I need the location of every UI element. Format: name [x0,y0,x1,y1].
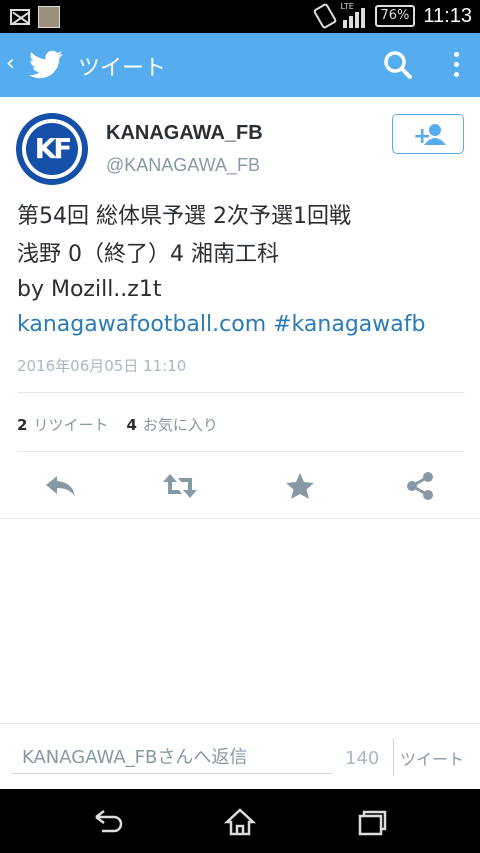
tweet-timestamp: 2016年06月05日 11:10 [17,357,187,375]
svg-text:+: + [413,124,431,149]
vibrate-icon [312,2,337,30]
tweet-text-line: 浅野 0（終了）4 湘南工科 [17,242,279,267]
signal-icon: LTE [340,2,367,28]
divider [17,392,464,393]
tweet-hashtag-link[interactable]: #kanagawafb [273,312,425,337]
retweet-stat[interactable]: 2 リツイート [17,414,108,435]
user-handle[interactable]: @KANAGAWA_FB [106,155,260,176]
navigation-bar [0,789,480,853]
clock: 11:13 [423,4,472,27]
status-icons: LTE 76% 11:13 [312,2,472,30]
nav-home-icon[interactable] [224,807,256,837]
avatar[interactable]: KF [16,113,88,185]
divider [17,451,464,452]
follow-button[interactable]: + [392,114,464,154]
nav-back-icon[interactable] [92,807,124,837]
reply-icon[interactable] [43,470,79,502]
page-title: ツイート [78,56,167,81]
tweet-text-line: by Mozill..z1t [17,277,162,302]
tweet-url-link[interactable]: kanagawafootball.com [17,312,266,337]
character-count: 140 [345,748,380,769]
divider [393,738,394,776]
mail-notification-icon [10,9,30,25]
share-icon[interactable] [402,470,438,502]
search-icon[interactable] [382,49,414,81]
app-notification-icon [38,6,60,28]
status-bar: LTE 76% 11:13 [0,0,480,33]
reply-bar: 140 ツイート [0,723,480,789]
notification-icons [10,6,60,28]
display-name[interactable]: KANAGAWA_FB [106,122,263,145]
retweet-icon[interactable] [162,470,198,502]
overflow-menu-icon[interactable] [448,49,464,81]
avatar-letters: KF [26,123,78,175]
tweet-links: kanagawafootball.com #kanagawafb [17,308,467,342]
tweet-text-line: 第54回 総体県予選 2次予選1回戦 [17,204,351,229]
reply-input[interactable] [12,742,332,774]
network-type: LTE [340,2,354,11]
action-bar: ‹ ツイート [0,33,480,97]
divider [0,518,480,519]
tweet-button[interactable]: ツイート [400,746,464,770]
twitter-bird-icon[interactable] [28,47,64,83]
battery-indicator: 76% [374,5,416,27]
favorite-stat[interactable]: 4 お気に入り [126,414,217,435]
nav-recents-icon[interactable] [356,807,388,837]
star-icon[interactable] [282,470,318,502]
add-user-icon: + [413,124,446,149]
tweet-stats: 2 リツイート 4 お気に入り [17,414,218,435]
chevron-left-icon[interactable]: ‹ [6,51,15,76]
